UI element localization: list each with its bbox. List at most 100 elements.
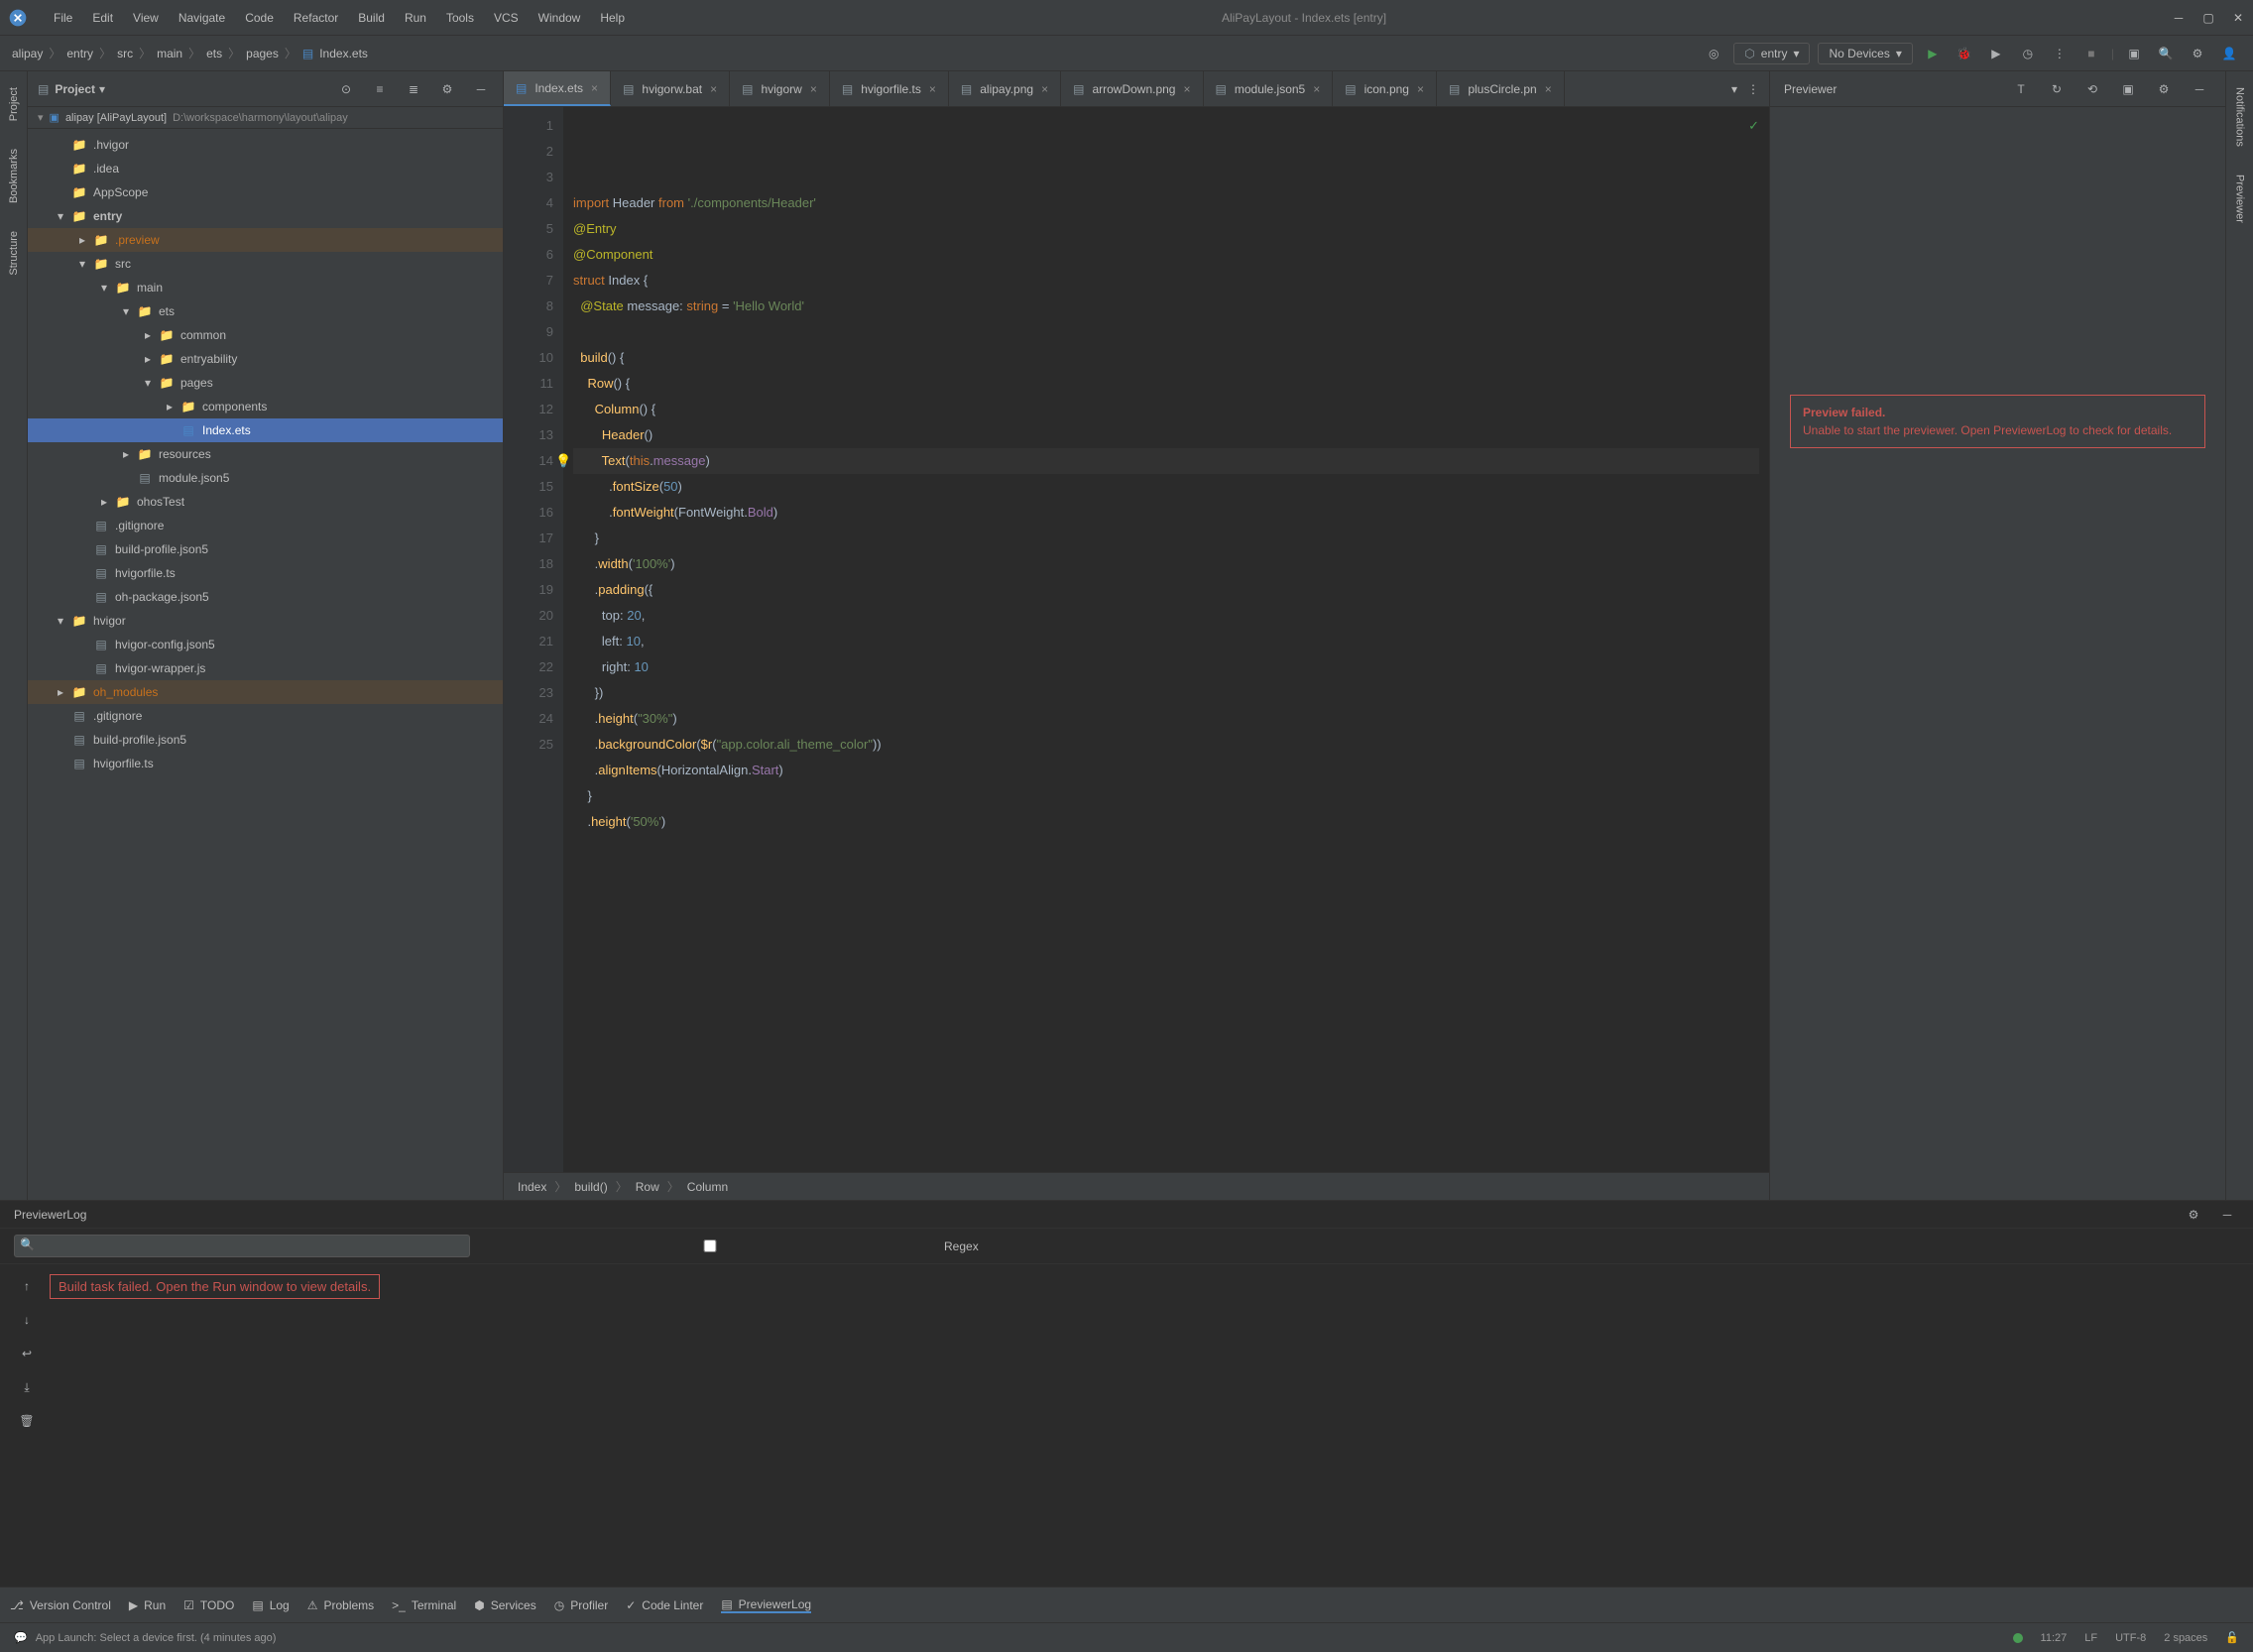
line-number[interactable]: 8 [504, 294, 553, 319]
breadcrumb-item[interactable]: ets [206, 47, 222, 60]
chevron-icon[interactable]: ▾ [58, 614, 71, 628]
project-root[interactable]: ▾ ▣ alipay [AliPayLayout] D:\workspace\h… [28, 107, 503, 129]
chevron-icon[interactable]: ▸ [101, 495, 115, 509]
refresh-icon[interactable]: ↻ [2045, 77, 2069, 101]
close-icon[interactable]: × [1041, 82, 1048, 96]
leftbar-project[interactable]: Project [8, 79, 20, 129]
code-line[interactable]: Row() { [573, 371, 1759, 397]
code-line[interactable]: right: 10 [573, 654, 1759, 680]
bottombar-problems[interactable]: ⚠Problems [307, 1598, 374, 1612]
coverage-button[interactable]: ▶ [1984, 42, 2008, 65]
close-icon[interactable]: × [710, 82, 717, 96]
chevron-icon[interactable]: ▸ [145, 328, 159, 342]
chevron-icon[interactable]: ▸ [79, 233, 93, 247]
tree-item[interactable]: ▸📁.preview [28, 228, 503, 252]
tree-item[interactable]: ▸📁common [28, 323, 503, 347]
line-number[interactable]: 21 [504, 629, 553, 654]
line-number[interactable]: 7 [504, 268, 553, 294]
menu-code[interactable]: Code [235, 7, 284, 29]
hide-icon[interactable]: ─ [2188, 77, 2211, 101]
multi-device-icon[interactable]: ▣ [2116, 77, 2140, 101]
close-icon[interactable]: × [591, 81, 598, 95]
code-line[interactable]: .height('50%') [573, 809, 1759, 835]
menu-view[interactable]: View [123, 7, 169, 29]
close-button[interactable]: ✕ [2231, 11, 2245, 25]
device-manager-icon[interactable]: ▣ [2122, 42, 2146, 65]
editor-tab[interactable]: ▤alipay.png× [949, 71, 1061, 106]
regex-checkbox[interactable]: Regex [482, 1239, 979, 1253]
editor-crumb[interactable]: Column [687, 1180, 728, 1194]
line-number[interactable]: 12 [504, 397, 553, 422]
code-line[interactable] [573, 319, 1759, 345]
code-area[interactable]: ✓ import Header from './components/Heade… [563, 107, 1769, 1172]
chevron-icon[interactable]: ▸ [145, 352, 159, 366]
rotate-icon[interactable]: ⟲ [2080, 77, 2104, 101]
menu-build[interactable]: Build [348, 7, 395, 29]
breadcrumb-item[interactable]: entry [66, 47, 93, 60]
rightbar-previewer[interactable]: Previewer [2234, 167, 2246, 231]
line-number[interactable]: 1 [504, 113, 553, 139]
code-line[interactable]: } [573, 783, 1759, 809]
line-number[interactable]: 15 [504, 474, 553, 500]
code-line[interactable]: }) [573, 680, 1759, 706]
tree-item[interactable]: 📁.idea [28, 157, 503, 180]
menu-refactor[interactable]: Refactor [284, 7, 348, 29]
bottombar-version-control[interactable]: ⎇Version Control [10, 1598, 111, 1612]
line-number[interactable]: 2 [504, 139, 553, 165]
tree-item[interactable]: ▸📁oh_modules [28, 680, 503, 704]
breadcrumb-item[interactable]: src [117, 47, 133, 60]
log-content[interactable]: Build task failed. Open the Run window t… [50, 1274, 2239, 1577]
editor-tab[interactable]: ▤Index.ets× [504, 71, 611, 106]
close-icon[interactable]: × [1313, 82, 1320, 96]
event-icon[interactable]: 💬 [14, 1631, 28, 1644]
code-line[interactable]: @State message: string = 'Hello World' [573, 294, 1759, 319]
entry-combo[interactable]: ⬡entry▾ [1733, 43, 1810, 64]
tree-item[interactable]: ▤.gitignore [28, 704, 503, 728]
code-line[interactable]: top: 20, [573, 603, 1759, 629]
rightbar-notifications[interactable]: Notifications [2234, 79, 2246, 155]
line-number[interactable]: 20 [504, 603, 553, 629]
tree-item[interactable]: ▤hvigorfile.ts [28, 561, 503, 585]
bottombar-todo[interactable]: ☑TODO [183, 1598, 234, 1612]
gear-icon[interactable]: ⚙ [2186, 42, 2209, 65]
editor-tab[interactable]: ▤plusCircle.pn× [1437, 71, 1565, 106]
bottombar-profiler[interactable]: ◷Profiler [554, 1598, 609, 1612]
devices-combo[interactable]: No Devices▾ [1818, 43, 1912, 64]
line-number[interactable]: 25 [504, 732, 553, 758]
line-number[interactable]: 16 [504, 500, 553, 526]
scroll-icon[interactable]: ⤓ [15, 1375, 39, 1399]
breadcrumb-item[interactable]: main [157, 47, 182, 60]
chevron-icon[interactable]: ▸ [167, 400, 180, 413]
menu-navigate[interactable]: Navigate [169, 7, 235, 29]
code-line[interactable]: .backgroundColor($r("app.color.ali_theme… [573, 732, 1759, 758]
code-line[interactable]: struct Index { [573, 268, 1759, 294]
bottombar-previewerlog[interactable]: ▤PreviewerLog [721, 1597, 811, 1613]
tree-item[interactable]: ▾📁hvigor [28, 609, 503, 633]
code-line[interactable]: .alignItems(HorizontalAlign.Start) [573, 758, 1759, 783]
tree-item[interactable]: ▤Index.ets [28, 418, 503, 442]
line-number[interactable]: 17 [504, 526, 553, 551]
breadcrumb-item[interactable]: pages [246, 47, 279, 60]
editor-tab[interactable]: ▤hvigorw.bat× [611, 71, 730, 106]
tree-item[interactable]: ▾📁entry [28, 204, 503, 228]
user-icon[interactable]: 👤 [2217, 42, 2241, 65]
maximize-button[interactable]: ▢ [2201, 11, 2215, 25]
line-number[interactable]: 18 [504, 551, 553, 577]
editor-tab[interactable]: ▤hvigorw× [730, 71, 830, 106]
tree-item[interactable]: ▾📁ets [28, 299, 503, 323]
editor-tab[interactable]: ▤arrowDown.png× [1061, 71, 1203, 106]
clear-icon[interactable]: 🗑 [15, 1409, 39, 1433]
line-number[interactable]: 19 [504, 577, 553, 603]
line-number[interactable]: 10 [504, 345, 553, 371]
tree-item[interactable]: ▤.gitignore [28, 514, 503, 537]
regex-checkbox-input[interactable] [482, 1239, 938, 1252]
breadcrumb-item[interactable]: alipay [12, 47, 43, 60]
code-line[interactable]: .padding({ [573, 577, 1759, 603]
chevron-down-icon[interactable]: ▾ [1731, 82, 1737, 96]
bottombar-log[interactable]: ▤Log [252, 1598, 289, 1612]
line-number[interactable]: 4 [504, 190, 553, 216]
line-number[interactable]: 9 [504, 319, 553, 345]
bottombar-terminal[interactable]: >_Terminal [392, 1598, 456, 1612]
status-field[interactable]: LF [2084, 1632, 2097, 1644]
search-icon[interactable]: 🔍 [2154, 42, 2178, 65]
